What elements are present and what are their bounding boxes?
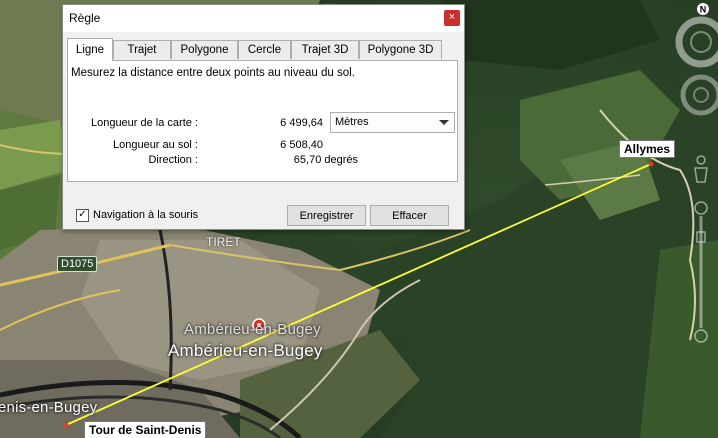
- clear-button[interactable]: Effacer: [370, 205, 449, 226]
- save-button[interactable]: Enregistrer: [287, 205, 366, 226]
- unit-select-value: Mètres: [335, 116, 369, 128]
- placemark-allymes[interactable]: Allymes: [619, 140, 676, 158]
- mouse-navigation-checkbox[interactable]: ✓: [76, 209, 89, 222]
- dialog-titlebar[interactable]: Règle ×: [63, 5, 464, 32]
- unit-select[interactable]: Mètres: [330, 112, 455, 133]
- zoom-slider[interactable]: [694, 201, 708, 343]
- ligne-panel: Mesurez la distance entre deux points au…: [67, 60, 458, 182]
- tab-ligne[interactable]: Ligne: [67, 38, 113, 61]
- placemark-tour-saint-denis[interactable]: Tour de Saint-Denis: [84, 421, 207, 438]
- tab-cercle[interactable]: Cercle: [238, 40, 291, 59]
- town-label-left: enis-en-Bugey: [0, 399, 98, 416]
- endpoint-tour: [63, 422, 69, 428]
- panel-description: Mesurez la distance entre deux points au…: [71, 67, 355, 79]
- ground-length-label: Longueur au sol :: [112, 139, 198, 151]
- direction-value: 65,70 degrés: [293, 154, 358, 166]
- chevron-down-icon: [439, 120, 449, 125]
- ground-length-value: 6 508,40: [280, 139, 323, 151]
- tab-trajet-3d[interactable]: Trajet 3D: [291, 40, 359, 59]
- zoom-in-icon: [694, 201, 708, 215]
- close-button[interactable]: ×: [444, 10, 460, 26]
- direction-label: Direction :: [148, 154, 198, 166]
- ruler-dialog: Règle × Ligne Trajet Polygone Cercle Tra…: [62, 4, 465, 230]
- compass-ring[interactable]: [675, 16, 718, 68]
- town-label-ghost: Ambérieu-en-Bugey: [184, 321, 321, 338]
- district-label: TIRET: [206, 235, 241, 249]
- road-shield-d1075: D1075: [57, 256, 98, 272]
- town-label: Ambérieu-en-Bugey: [168, 341, 323, 360]
- tab-trajet[interactable]: Trajet: [113, 40, 171, 59]
- street-view-pegman-icon[interactable]: [694, 155, 708, 183]
- map-length-label: Longueur de la carte :: [90, 117, 198, 129]
- endpoint-allymes: [648, 161, 654, 167]
- map-length-value: 6 499,64: [280, 117, 323, 129]
- look-joystick[interactable]: [680, 74, 718, 116]
- mouse-navigation-label: Navigation à la souris: [93, 209, 199, 221]
- compass-letter: N: [700, 5, 707, 15]
- zoom-out-icon: [694, 329, 708, 343]
- tab-polygone[interactable]: Polygone: [171, 40, 238, 59]
- tab-polygone-3d[interactable]: Polygone 3D: [359, 40, 442, 59]
- dialog-title: Règle: [69, 11, 101, 25]
- navigation-controls: N: [674, 0, 718, 360]
